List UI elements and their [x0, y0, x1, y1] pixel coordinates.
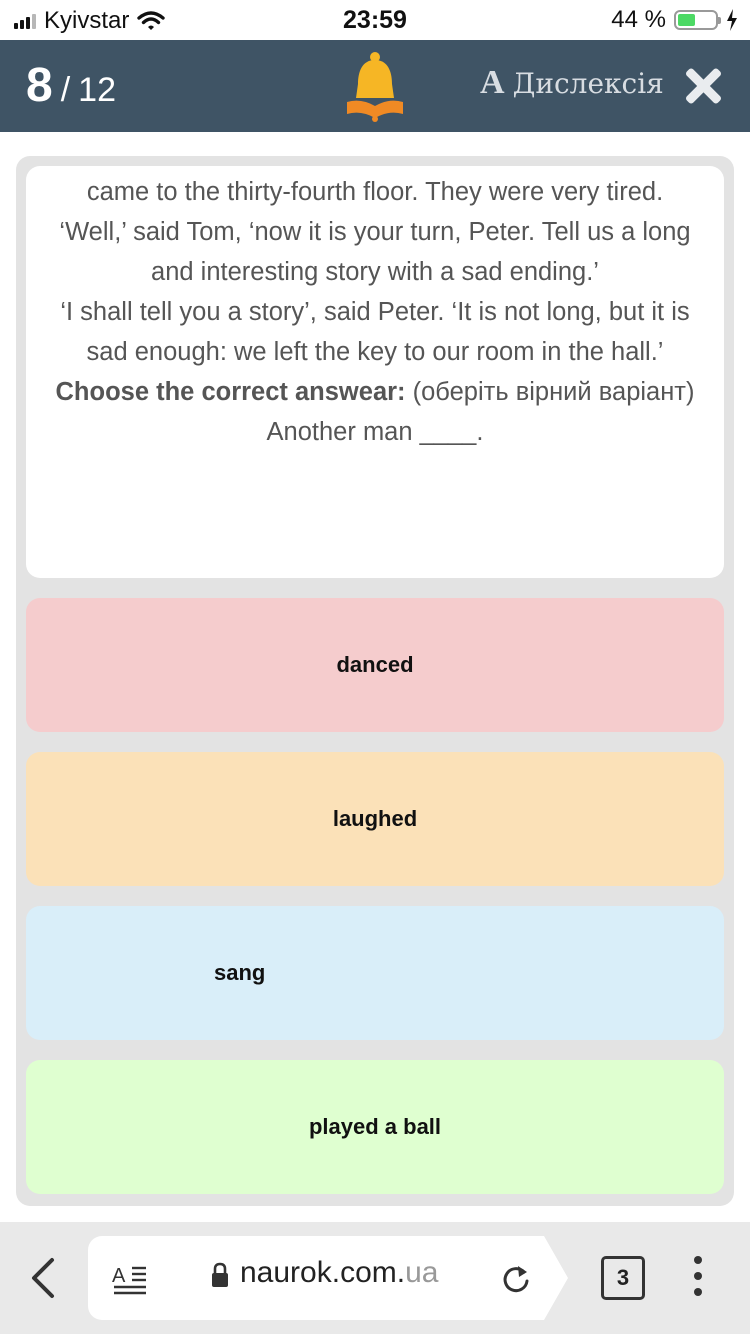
answer-label: played a ball — [308, 1114, 442, 1139]
browser-toolbar: A naurok.com.ua 3 — [0, 1222, 750, 1334]
question-line: ‘I shall tell you a story’, said Peter. … — [60, 298, 690, 366]
question-prompt: Another man ____. — [266, 418, 484, 446]
instruction-bold: Choose the correct answear: — [55, 378, 406, 406]
question-card: came to the thirty-fourth floor. They we… — [26, 166, 724, 578]
answer-option[interactable]: danced — [26, 598, 724, 732]
quiz-header: 8 / 12 A Дислексія — [0, 40, 750, 132]
question-text: came to the thirty-fourth floor. They we… — [26, 166, 724, 452]
battery-icon — [674, 10, 721, 30]
counter-separator: / — [60, 71, 71, 109]
answer-label: danced — [336, 652, 414, 677]
tab-count: 3 — [616, 1265, 630, 1290]
answer-label: laughed — [332, 806, 418, 831]
status-right: 44 % — [611, 6, 738, 34]
url-domain: naurok.com. — [240, 1256, 406, 1289]
tabs-button[interactable]: 3 — [601, 1256, 645, 1300]
question-instruction: Choose the correct answear: (оберіть вір… — [38, 372, 712, 412]
battery-percent: 44 % — [611, 6, 666, 33]
answer-label: sang — [214, 960, 266, 985]
current-question-number: 8 — [26, 59, 53, 112]
more-menu-icon[interactable] — [690, 1256, 706, 1304]
url-tld: ua — [405, 1256, 439, 1289]
reader-mode-icon[interactable]: A — [112, 1262, 148, 1296]
dyslexia-font-icon: A — [480, 64, 505, 101]
dyslexia-toggle[interactable]: A Дислексія — [480, 64, 664, 102]
charging-bolt-icon — [727, 9, 737, 31]
total-questions: 12 — [78, 71, 116, 109]
close-icon[interactable] — [684, 66, 722, 104]
answer-option[interactable]: laughed — [26, 752, 724, 886]
url-text[interactable]: naurok.com.ua — [240, 1256, 438, 1290]
status-bar: Kyivstar 23:59 44 % — [0, 0, 750, 40]
question-line: ‘Well,’ said Tom, ‘now it is your turn, … — [59, 218, 691, 286]
svg-text:A: A — [112, 1265, 126, 1287]
question-counter: 8 / 12 — [26, 58, 116, 113]
bell-book-logo-icon — [347, 52, 403, 122]
back-arrow-icon[interactable] — [28, 1256, 58, 1300]
instruction-translation: (оберіть вірний варіант) — [405, 378, 695, 406]
question-line: came to the thirty-fourth floor. They we… — [86, 178, 664, 206]
lock-icon — [212, 1262, 228, 1287]
reload-icon[interactable] — [500, 1262, 532, 1296]
answer-option[interactable]: played a ball — [26, 1060, 724, 1194]
dyslexia-label: Дислексія — [512, 66, 664, 100]
answer-option[interactable]: sang — [26, 906, 724, 1040]
